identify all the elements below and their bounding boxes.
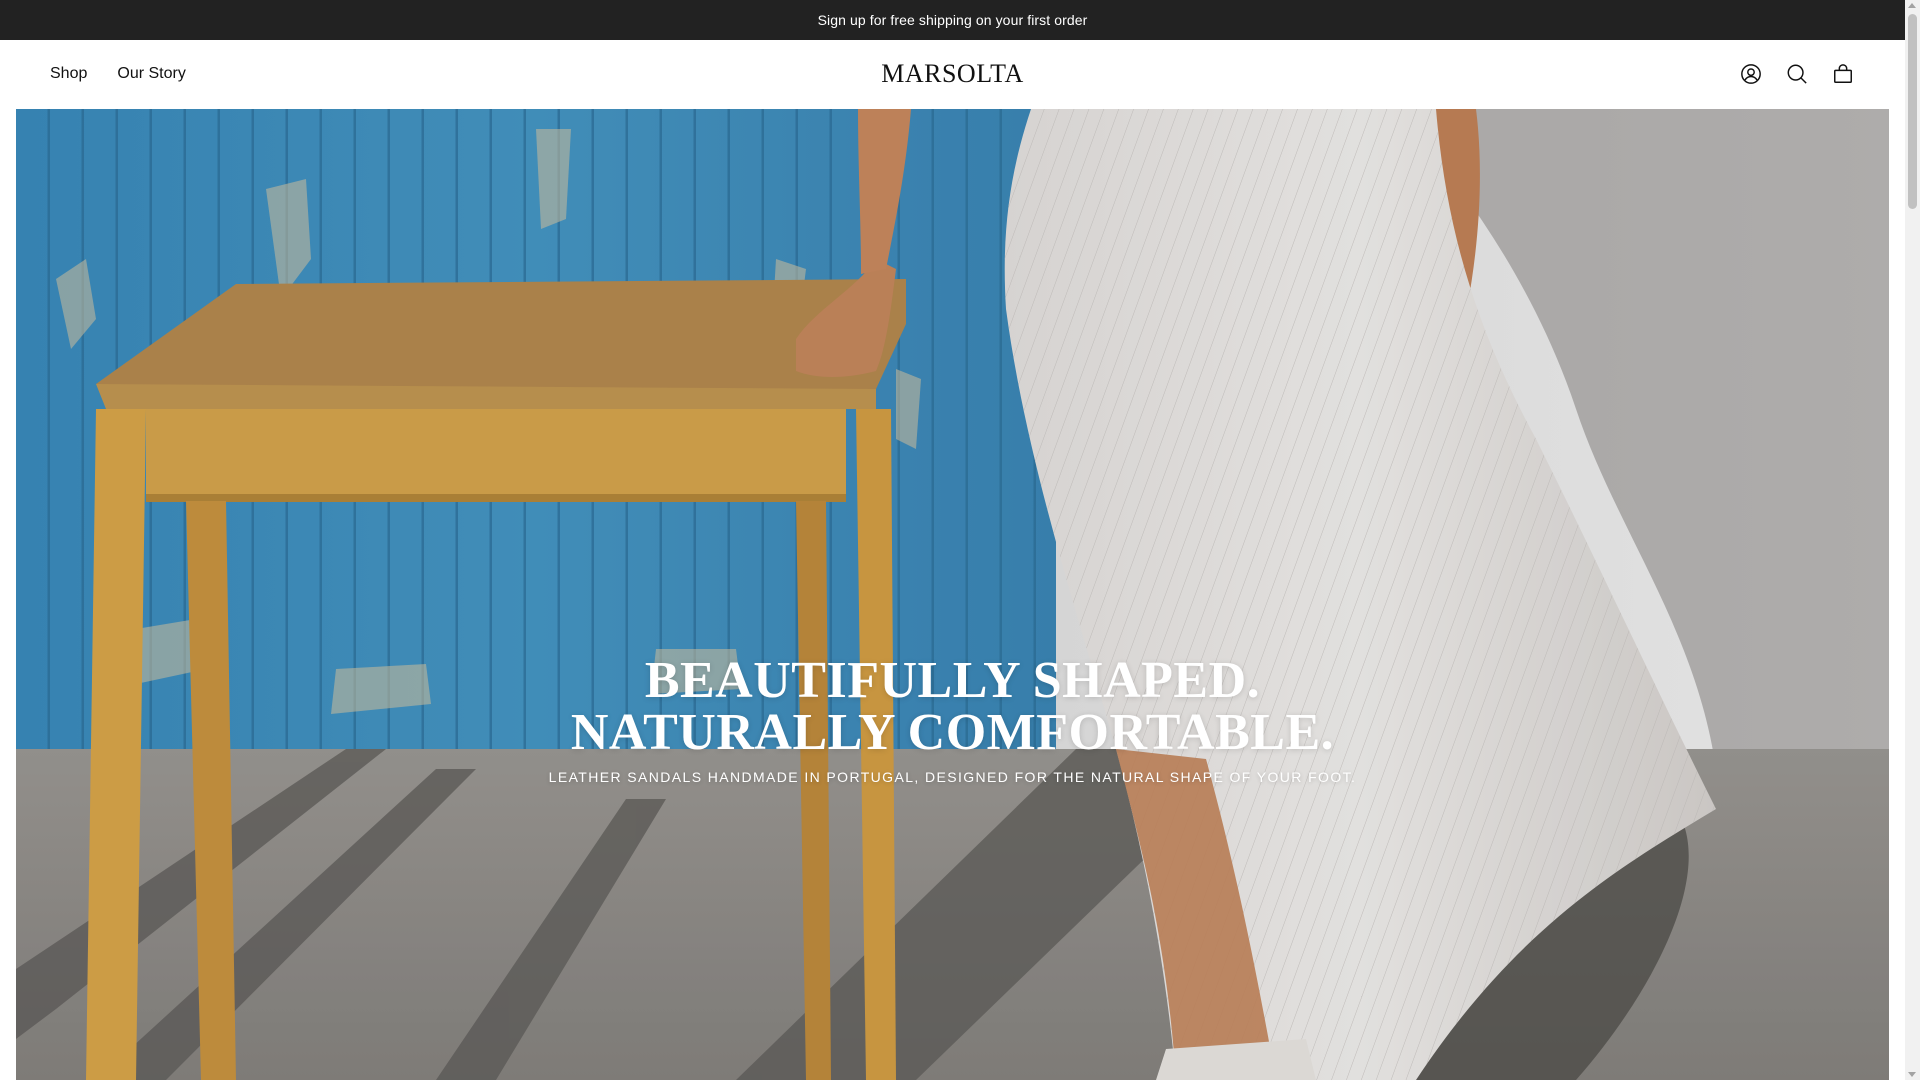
nav-link-our-story[interactable]: Our Story — [117, 65, 185, 83]
page-scrollbar[interactable] — [1905, 0, 1920, 1080]
hero-subtitle: LEATHER SANDALS HANDMADE IN PORTUGAL, DE… — [548, 769, 1357, 785]
scroll-down-icon[interactable] — [1908, 1072, 1916, 1077]
brand-logo[interactable]: MARSOLTA — [853, 40, 1053, 108]
header-icons — [1739, 40, 1855, 108]
hero-banner[interactable]: BEAUTIFULLY SHAPED. NATURALLY COMFORTABL… — [16, 109, 1889, 1080]
scroll-up-icon[interactable] — [1908, 3, 1916, 8]
hero-image — [16, 109, 1889, 1080]
cart-icon[interactable] — [1831, 62, 1855, 86]
nav-link-shop[interactable]: Shop — [50, 65, 87, 83]
main-nav: Shop Our Story — [50, 40, 186, 108]
account-icon[interactable] — [1739, 62, 1763, 86]
announcement-text[interactable]: Sign up for free shipping on your first … — [818, 12, 1088, 28]
scrollbar-thumb[interactable] — [1908, 14, 1917, 209]
hero-title: BEAUTIFULLY SHAPED. NATURALLY COMFORTABL… — [570, 652, 1335, 761]
search-icon[interactable] — [1785, 62, 1809, 86]
site-header: Shop Our Story MARSOLTA — [0, 40, 1905, 108]
announcement-bar[interactable]: Sign up for free shipping on your first … — [0, 0, 1905, 40]
